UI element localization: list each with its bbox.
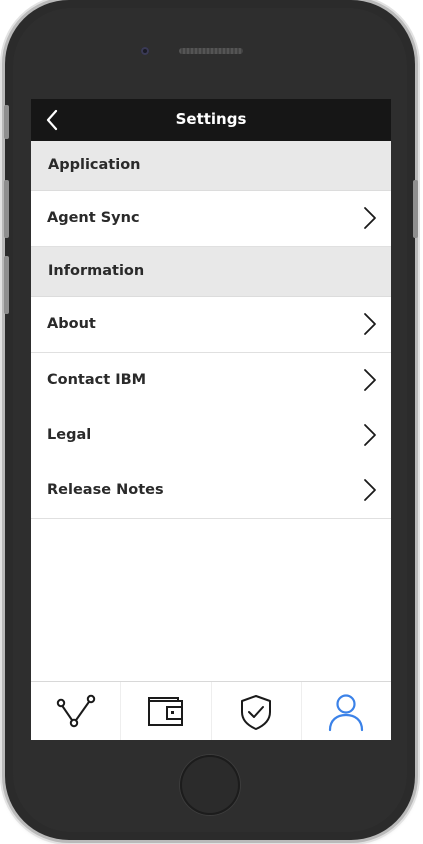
volume-up-button — [4, 180, 9, 238]
section-header-information: Information — [31, 247, 391, 297]
chevron-right-icon — [364, 424, 376, 446]
list-item-agent-sync[interactable]: Agent Sync — [31, 191, 391, 247]
tab-network[interactable] — [31, 682, 120, 740]
app-screen: Settings Application Agent Sync Informat… — [31, 99, 391, 740]
section-title: Application — [48, 157, 141, 173]
earpiece-speaker — [179, 48, 243, 54]
list-item-contact-ibm[interactable]: Contact IBM — [31, 353, 391, 409]
chevron-right-icon — [364, 207, 376, 229]
wallet-icon — [147, 696, 183, 726]
chevron-right-icon — [364, 313, 376, 335]
power-button — [413, 180, 418, 238]
page-title: Settings — [175, 110, 247, 128]
list-item-about[interactable]: About — [31, 297, 391, 353]
nav-header: Settings — [31, 99, 391, 141]
network-icon — [56, 694, 95, 727]
user-icon — [329, 693, 364, 731]
list-item-label: Contact IBM — [47, 372, 147, 388]
section-title: Information — [48, 263, 145, 279]
list-item-release-notes[interactable]: Release Notes — [31, 463, 391, 519]
list-item-label: Release Notes — [47, 482, 164, 498]
home-button[interactable] — [180, 755, 240, 815]
chevron-right-icon — [364, 369, 376, 391]
list-item-label: About — [47, 316, 96, 332]
volume-down-button — [4, 256, 9, 314]
section-header-application: Application — [31, 141, 391, 191]
chevron-right-icon — [364, 479, 376, 501]
front-camera — [141, 47, 149, 55]
shield-check-icon — [241, 694, 272, 730]
tab-profile[interactable] — [300, 682, 391, 740]
mute-switch — [4, 105, 9, 139]
tab-bar — [31, 681, 391, 740]
tab-security[interactable] — [210, 682, 301, 740]
tab-wallet[interactable] — [120, 682, 210, 740]
list-item-label: Legal — [47, 427, 92, 443]
list-item-legal[interactable]: Legal — [31, 408, 391, 464]
list-item-label: Agent Sync — [47, 210, 140, 226]
